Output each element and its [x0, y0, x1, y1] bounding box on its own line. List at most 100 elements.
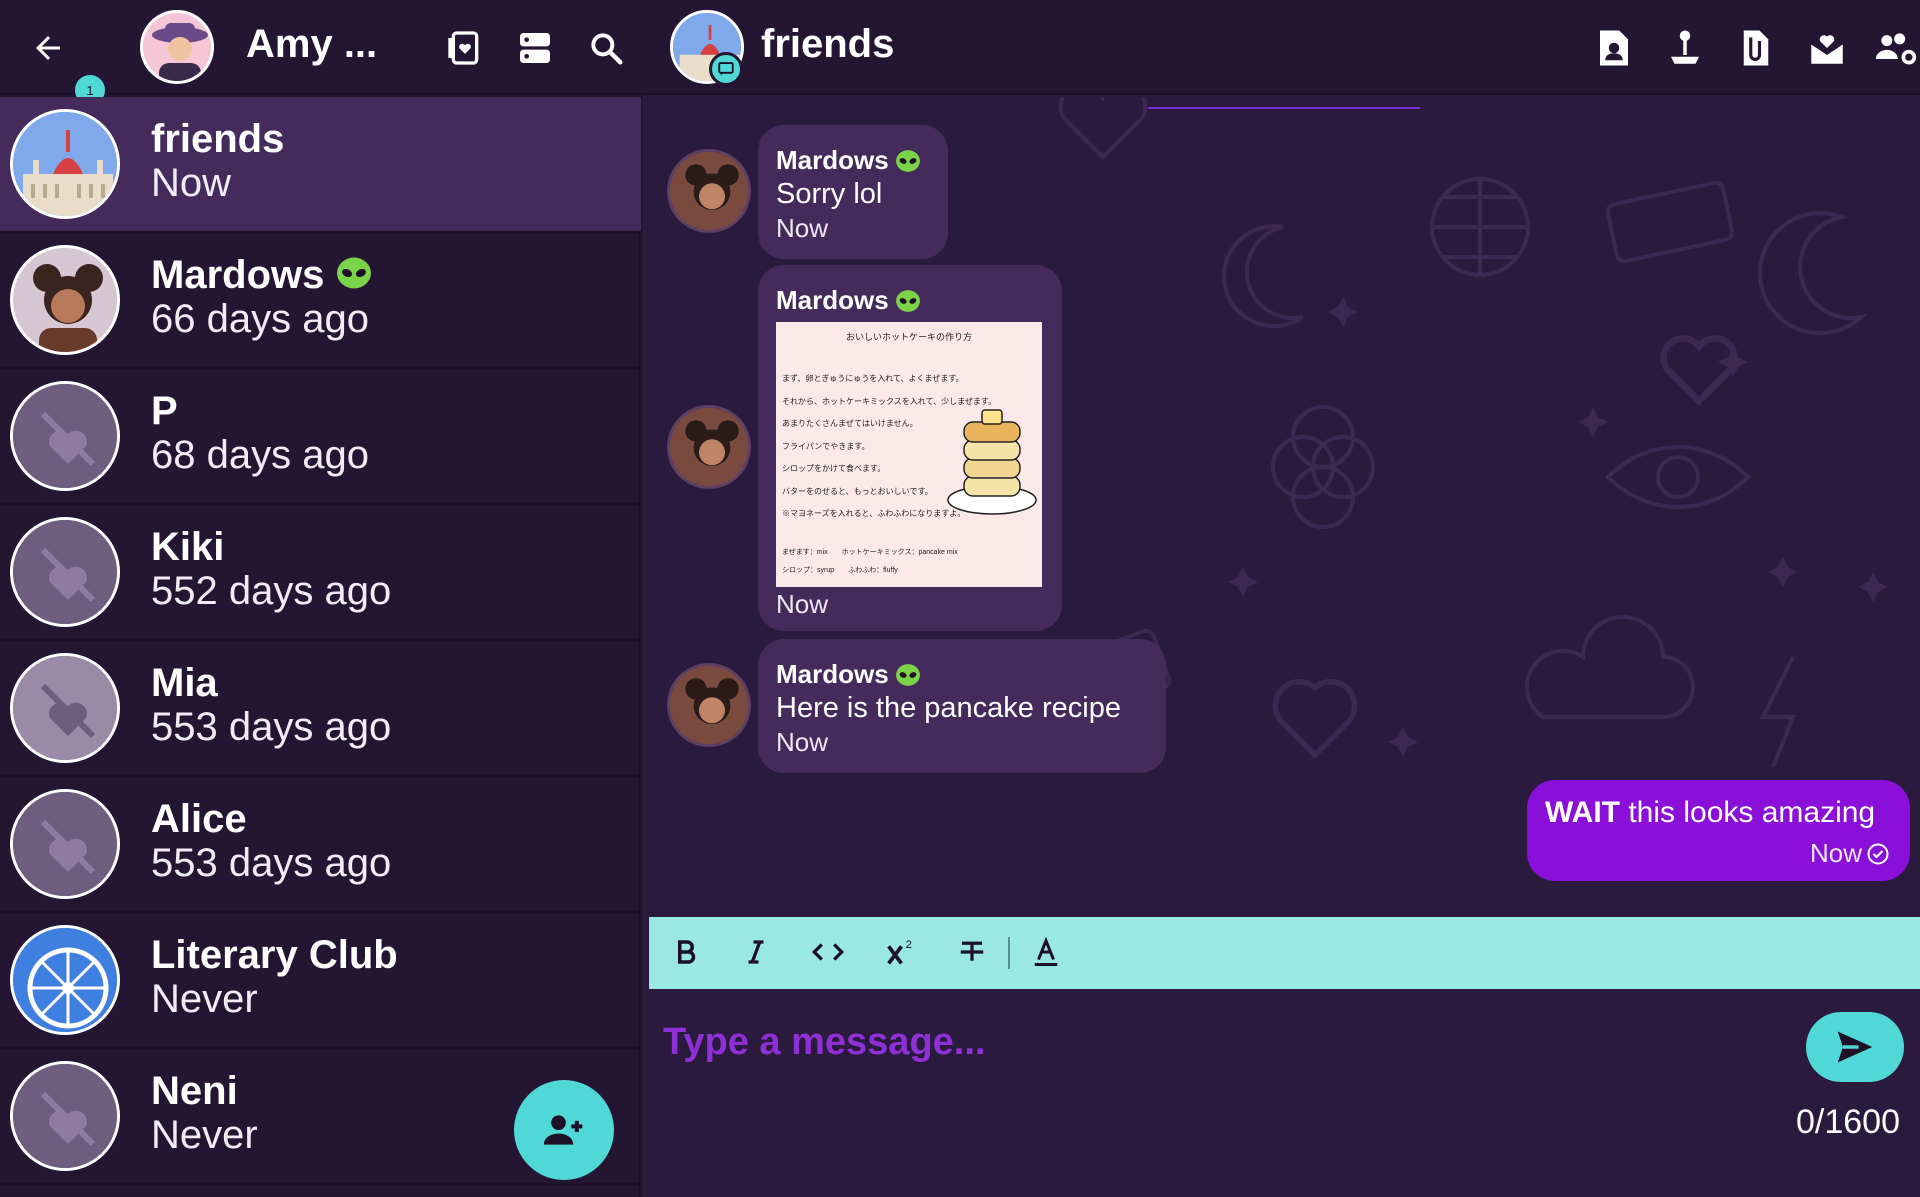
chat-last-active: 66 days ago [151, 297, 369, 341]
chat-avatar [10, 109, 120, 219]
blocked-heart-icon [13, 384, 117, 488]
chat-name: Kiki [151, 525, 225, 569]
alien-emoji-icon [895, 663, 920, 686]
chat-bubble-icon [718, 62, 734, 76]
mardows-avatar-image [13, 248, 117, 352]
add-friend-button[interactable] [514, 1080, 614, 1180]
chat-last-active: Never [151, 1113, 258, 1157]
send-button[interactable] [1806, 1012, 1904, 1082]
blocked-heart-icon [13, 1064, 117, 1168]
back-button[interactable]: 1 [20, 20, 108, 108]
message-input[interactable] [663, 1007, 1703, 1077]
ferris-wheel-image [13, 928, 117, 1032]
toolbar-divider [1008, 937, 1010, 969]
chat-item-mardows[interactable]: Mardows 66 days ago [0, 233, 641, 369]
user-name[interactable]: Amy ... [246, 22, 377, 67]
heart-cards-icon [448, 31, 479, 65]
parliament-building-image [13, 112, 117, 216]
message-sender: Mardows [776, 145, 930, 176]
message-bubble: Mardows Here is the pancake recipe Now [758, 639, 1166, 773]
send-icon [1837, 1031, 1873, 1063]
users-gear-icon [1875, 33, 1917, 65]
unread-divider [1148, 107, 1420, 109]
message-text: Here is the pancake recipe [776, 692, 1121, 724]
recipe-image[interactable]: おいしいホットケーキの作り方 まず、卵とぎゅうにゅうを入れて、よくまぜます。 そ… [776, 322, 1042, 587]
chat-name: Alice [151, 797, 247, 841]
superscript-icon: 2 [887, 939, 912, 965]
message-bubble: Mardows おいしいホットケーキの作り方 まず、卵とぎゅうにゅうを入れて、よ… [758, 265, 1062, 631]
games-button[interactable] [1659, 22, 1711, 74]
message-text: WAIT this looks amazing [1545, 796, 1876, 829]
alien-emoji-icon [895, 149, 920, 172]
left-header: 1 Amy ... [0, 0, 641, 108]
add-user-icon [543, 1115, 583, 1145]
joystick-icon [1671, 30, 1699, 64]
contact-card-button[interactable] [1588, 22, 1640, 74]
chat-item-p[interactable]: P 68 days ago [0, 369, 641, 505]
svg-text:2: 2 [906, 939, 912, 951]
message-time: Now [1810, 838, 1890, 869]
blocked-heart-icon [13, 792, 117, 896]
love-letter-button[interactable] [1801, 22, 1853, 74]
conversation-header: friends [643, 0, 1920, 95]
envelope-heart-icon [1811, 35, 1843, 64]
user-avatar-image [143, 13, 211, 81]
message-bubble: Mardows Sorry lol Now [758, 125, 948, 259]
code-button[interactable] [805, 929, 851, 975]
sender-avatar[interactable] [667, 149, 751, 233]
paperclip-file-icon [1743, 30, 1769, 66]
chat-last-active: 552 days ago [151, 569, 392, 613]
chat-last-active: Now [151, 161, 232, 205]
conversation-title[interactable]: friends [761, 22, 894, 67]
check-circle-icon [1867, 843, 1889, 864]
sender-avatar[interactable] [667, 663, 751, 747]
chat-item-friends[interactable]: friends Now [0, 97, 641, 233]
message-list[interactable]: Mardows Sorry lol Now Mardows おいしいホットケーキ… [643, 97, 1920, 917]
chat-name: friends [151, 117, 285, 161]
contact-card-icon [1600, 30, 1628, 66]
chat-avatar [10, 517, 120, 627]
stickers-button[interactable] [437, 20, 493, 76]
conversation-panel: friends Mardows Sorry lol Now Mardows おい… [643, 0, 1920, 1197]
chat-last-active: 553 days ago [151, 841, 392, 885]
chat-name: P [151, 389, 178, 433]
italic-button[interactable] [733, 929, 779, 975]
message-composer: 0/1600 [649, 989, 1920, 1197]
sender-avatar[interactable] [667, 405, 751, 489]
servers-button[interactable] [507, 20, 563, 76]
character-count: 0/1600 [1796, 1103, 1900, 1141]
message-sender: Mardows [776, 659, 1148, 690]
chat-list-panel: 1 Amy ... friends Now Mardows 66 days ag… [0, 0, 641, 1197]
message-sender: Mardows [776, 285, 1044, 316]
recipe-glossary: まぜます：mix ホットケーキミックス：pancake mix シロップ：syr… [782, 549, 958, 574]
superscript-button[interactable]: 2 [877, 929, 923, 975]
strikethrough-button[interactable] [949, 929, 995, 975]
formatting-toolbar: 2 [649, 917, 1920, 989]
message-time: Now [776, 213, 829, 243]
chat-item-kiki[interactable]: Kiki 552 days ago [0, 505, 641, 641]
pancake-stack-image [947, 409, 1037, 515]
chat-avatar [10, 245, 120, 355]
chat-avatar [10, 1061, 120, 1171]
own-message-bubble[interactable]: WAIT this looks amazing Now [1527, 780, 1910, 881]
arrow-left-icon [36, 36, 60, 60]
message-time: Now [776, 727, 829, 757]
chat-item-literary-club[interactable]: Literary Club Never [0, 913, 641, 1049]
search-icon [591, 33, 623, 65]
bold-icon [678, 940, 696, 964]
chat-avatar [10, 925, 120, 1035]
attachment-button[interactable] [1730, 22, 1782, 74]
chat-avatar [10, 653, 120, 763]
bold-button[interactable] [663, 929, 709, 975]
message-time: Now [776, 589, 829, 619]
user-avatar[interactable] [140, 10, 214, 84]
search-button[interactable] [578, 20, 634, 76]
italic-icon [748, 940, 764, 964]
blocked-heart-icon [13, 520, 117, 624]
chat-list: friends Now Mardows 66 days ago P 68 day… [0, 97, 641, 1185]
chat-last-active: 553 days ago [151, 705, 392, 749]
chat-item-mia[interactable]: Mia 553 days ago [0, 641, 641, 777]
text-color-button[interactable] [1023, 929, 1069, 975]
chat-item-alice[interactable]: Alice 553 days ago [0, 777, 641, 913]
group-settings-button[interactable] [1870, 22, 1920, 74]
